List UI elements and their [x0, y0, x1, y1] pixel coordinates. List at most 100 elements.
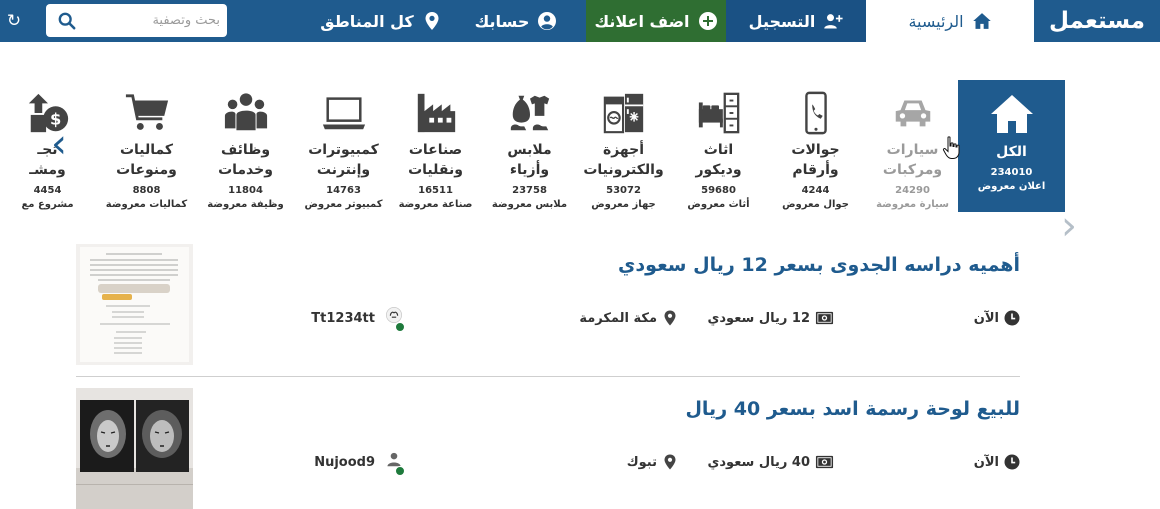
- category-label: جوالات وأرقام: [791, 142, 840, 178]
- listing-price-text: 12 ريال سعودي: [707, 310, 810, 326]
- online-status-dot: [395, 466, 405, 476]
- post-ad-button[interactable]: اضف اعلانك: [586, 0, 726, 42]
- listing-item[interactable]: للبيع لوحة رسمة اسد بسعر 40 ريال الآن 40…: [76, 388, 1020, 509]
- category-label: وظائف وخدمات: [218, 142, 273, 178]
- category-sub: كماليات معروضة: [105, 199, 188, 210]
- lion-painting-image: [76, 388, 193, 509]
- category-sub: اعلان معروض: [977, 181, 1046, 192]
- listing-city: تبوك: [627, 451, 678, 473]
- people-icon: [224, 93, 267, 131]
- category-sub: سيارة معروضة: [876, 199, 949, 210]
- category-label: ملابس وأزياء: [507, 142, 552, 178]
- carousel-prev-arrow[interactable]: ‹: [44, 124, 74, 164]
- listing-item[interactable]: أهميه دراسه الجدوى بسعر 12 ريال سعودي ال…: [76, 244, 1020, 377]
- fashion-icon: [510, 95, 549, 131]
- category-sub: ملابس معروضة: [491, 199, 568, 210]
- category-electronics[interactable]: أجهزة والكترونيات 53072 جهاز معروض: [570, 80, 677, 212]
- money-bill-icon: [815, 455, 834, 469]
- category-label: صناعات ونقليات: [408, 142, 463, 178]
- category-phones[interactable]: جوالات وأرقام 4244 جوال معروض: [762, 80, 869, 212]
- listing-user-name[interactable]: Tt1234tt: [311, 311, 375, 326]
- category-sub: صناعة معروضة: [398, 199, 473, 210]
- home-icon: [972, 13, 991, 29]
- category-fashion[interactable]: ملابس وأزياء 23758 ملابس معروضة: [476, 80, 583, 212]
- car-icon: [895, 100, 930, 127]
- listing-price-text: 40 ريال سعودي: [707, 454, 810, 470]
- listing-time-text: الآن: [973, 310, 999, 326]
- search-box[interactable]: [46, 4, 227, 37]
- nav-home-label: الرئيسية: [908, 11, 964, 31]
- phone-icon: [804, 91, 827, 135]
- category-label: كماليات ومنوعات: [116, 142, 177, 178]
- category-sub: جهاز معروض: [591, 199, 656, 210]
- money-bill-icon: [815, 311, 834, 325]
- category-count: 59680: [701, 185, 736, 196]
- logo-text: مستعمل: [1049, 8, 1145, 34]
- listing-user[interactable]: Nujood9: [314, 451, 405, 476]
- category-label: كمبيوترات وإنترنت: [308, 142, 379, 178]
- category-sub: أثاث معروض: [687, 199, 750, 210]
- search-icon[interactable]: [58, 12, 76, 30]
- factory-icon: [417, 93, 455, 133]
- category-count: 53072: [606, 185, 641, 196]
- user-avatar[interactable]: [380, 307, 405, 332]
- listing-user[interactable]: Tt1234tt: [311, 307, 405, 332]
- location-pin-icon: [425, 12, 439, 30]
- category-all[interactable]: الكل 234010 اعلان معروض: [958, 80, 1065, 212]
- nav-regions[interactable]: كل المناطق: [318, 0, 444, 42]
- site-logo[interactable]: مستعمل: [1034, 0, 1160, 42]
- register-button[interactable]: التسجيل: [726, 0, 866, 42]
- listing-city: مكة المكرمة: [579, 307, 678, 329]
- home-icon: [990, 95, 1033, 133]
- nav-account[interactable]: حسابك: [462, 0, 570, 42]
- listing-title[interactable]: للبيع لوحة رسمة اسد بسعر 40 ريال: [260, 398, 1020, 420]
- category-count: 14763: [326, 185, 361, 196]
- listing-thumbnail[interactable]: [76, 388, 193, 509]
- listing-time-text: الآن: [973, 454, 999, 470]
- clock-icon: [1004, 454, 1020, 470]
- document-thumbnail-image: [76, 244, 193, 365]
- category-label: أجهزة والكترونيات: [583, 142, 664, 178]
- category-cars[interactable]: سيارات ومركبات 24290 سيارة معروضة: [859, 80, 966, 212]
- listing-user-name[interactable]: Nujood9: [314, 455, 375, 470]
- register-label: التسجيل: [748, 11, 816, 31]
- category-accessories[interactable]: كماليات ومنوعات 8808 كماليات معروضة: [93, 80, 200, 212]
- user-avatar[interactable]: [380, 451, 405, 476]
- appliance-icon: [603, 93, 643, 134]
- category-count: 234010: [990, 167, 1033, 178]
- category-computers[interactable]: كمبيوترات وإنترنت 14763 كمبيوتر معروض: [290, 80, 397, 212]
- category-furniture[interactable]: اثاث وديكور 59680 أثاث معروض: [665, 80, 772, 212]
- category-jobs[interactable]: وظائف وخدمات 11804 وظيفة معروضة: [192, 80, 299, 212]
- user-avatar-image: [386, 307, 402, 323]
- nav-regions-label: كل المناطق: [320, 11, 414, 31]
- category-industry[interactable]: صناعات ونقليات 16511 صناعة معروضة: [382, 80, 489, 212]
- listing-time: الآن: [974, 307, 1020, 329]
- category-count: 4244: [801, 185, 830, 196]
- cart-icon: [125, 94, 168, 130]
- search-input[interactable]: [80, 4, 220, 37]
- category-sub: وظيفة معروضة: [207, 199, 284, 210]
- refresh-icon[interactable]: ↻: [4, 10, 24, 32]
- location-pin-icon: [664, 310, 676, 326]
- category-label: الكل: [996, 144, 1027, 160]
- listing-city-text: تبوك: [626, 454, 657, 470]
- category-sub: جوال معروض: [782, 199, 849, 210]
- carousel-next-arrow[interactable]: ›: [1054, 206, 1084, 246]
- nav-home[interactable]: الرئيسية: [866, 0, 1034, 42]
- user-silhouette-icon: [387, 452, 401, 467]
- category-sub: مشروع مع: [21, 199, 74, 210]
- location-pin-icon: [664, 454, 676, 470]
- listing-price: 12 ريال سعودي: [707, 307, 834, 329]
- category-count: 11804: [228, 185, 263, 196]
- category-strip: › الكل 234010 اعلان معروض سيارات ومركبات…: [0, 80, 1160, 246]
- category-count: 23758: [512, 185, 547, 196]
- category-count: 8808: [132, 185, 161, 196]
- post-ad-label: اضف اعلانك: [594, 11, 690, 31]
- listing-title[interactable]: أهميه دراسه الجدوى بسعر 12 ريال سعودي: [260, 254, 1020, 276]
- online-status-dot: [395, 322, 405, 332]
- furniture-icon: [698, 92, 739, 134]
- listing-thumbnail[interactable]: [76, 244, 193, 365]
- category-count: 16511: [418, 185, 453, 196]
- listing-price: 40 ريال سعودي: [707, 451, 834, 473]
- laptop-icon: [322, 97, 365, 130]
